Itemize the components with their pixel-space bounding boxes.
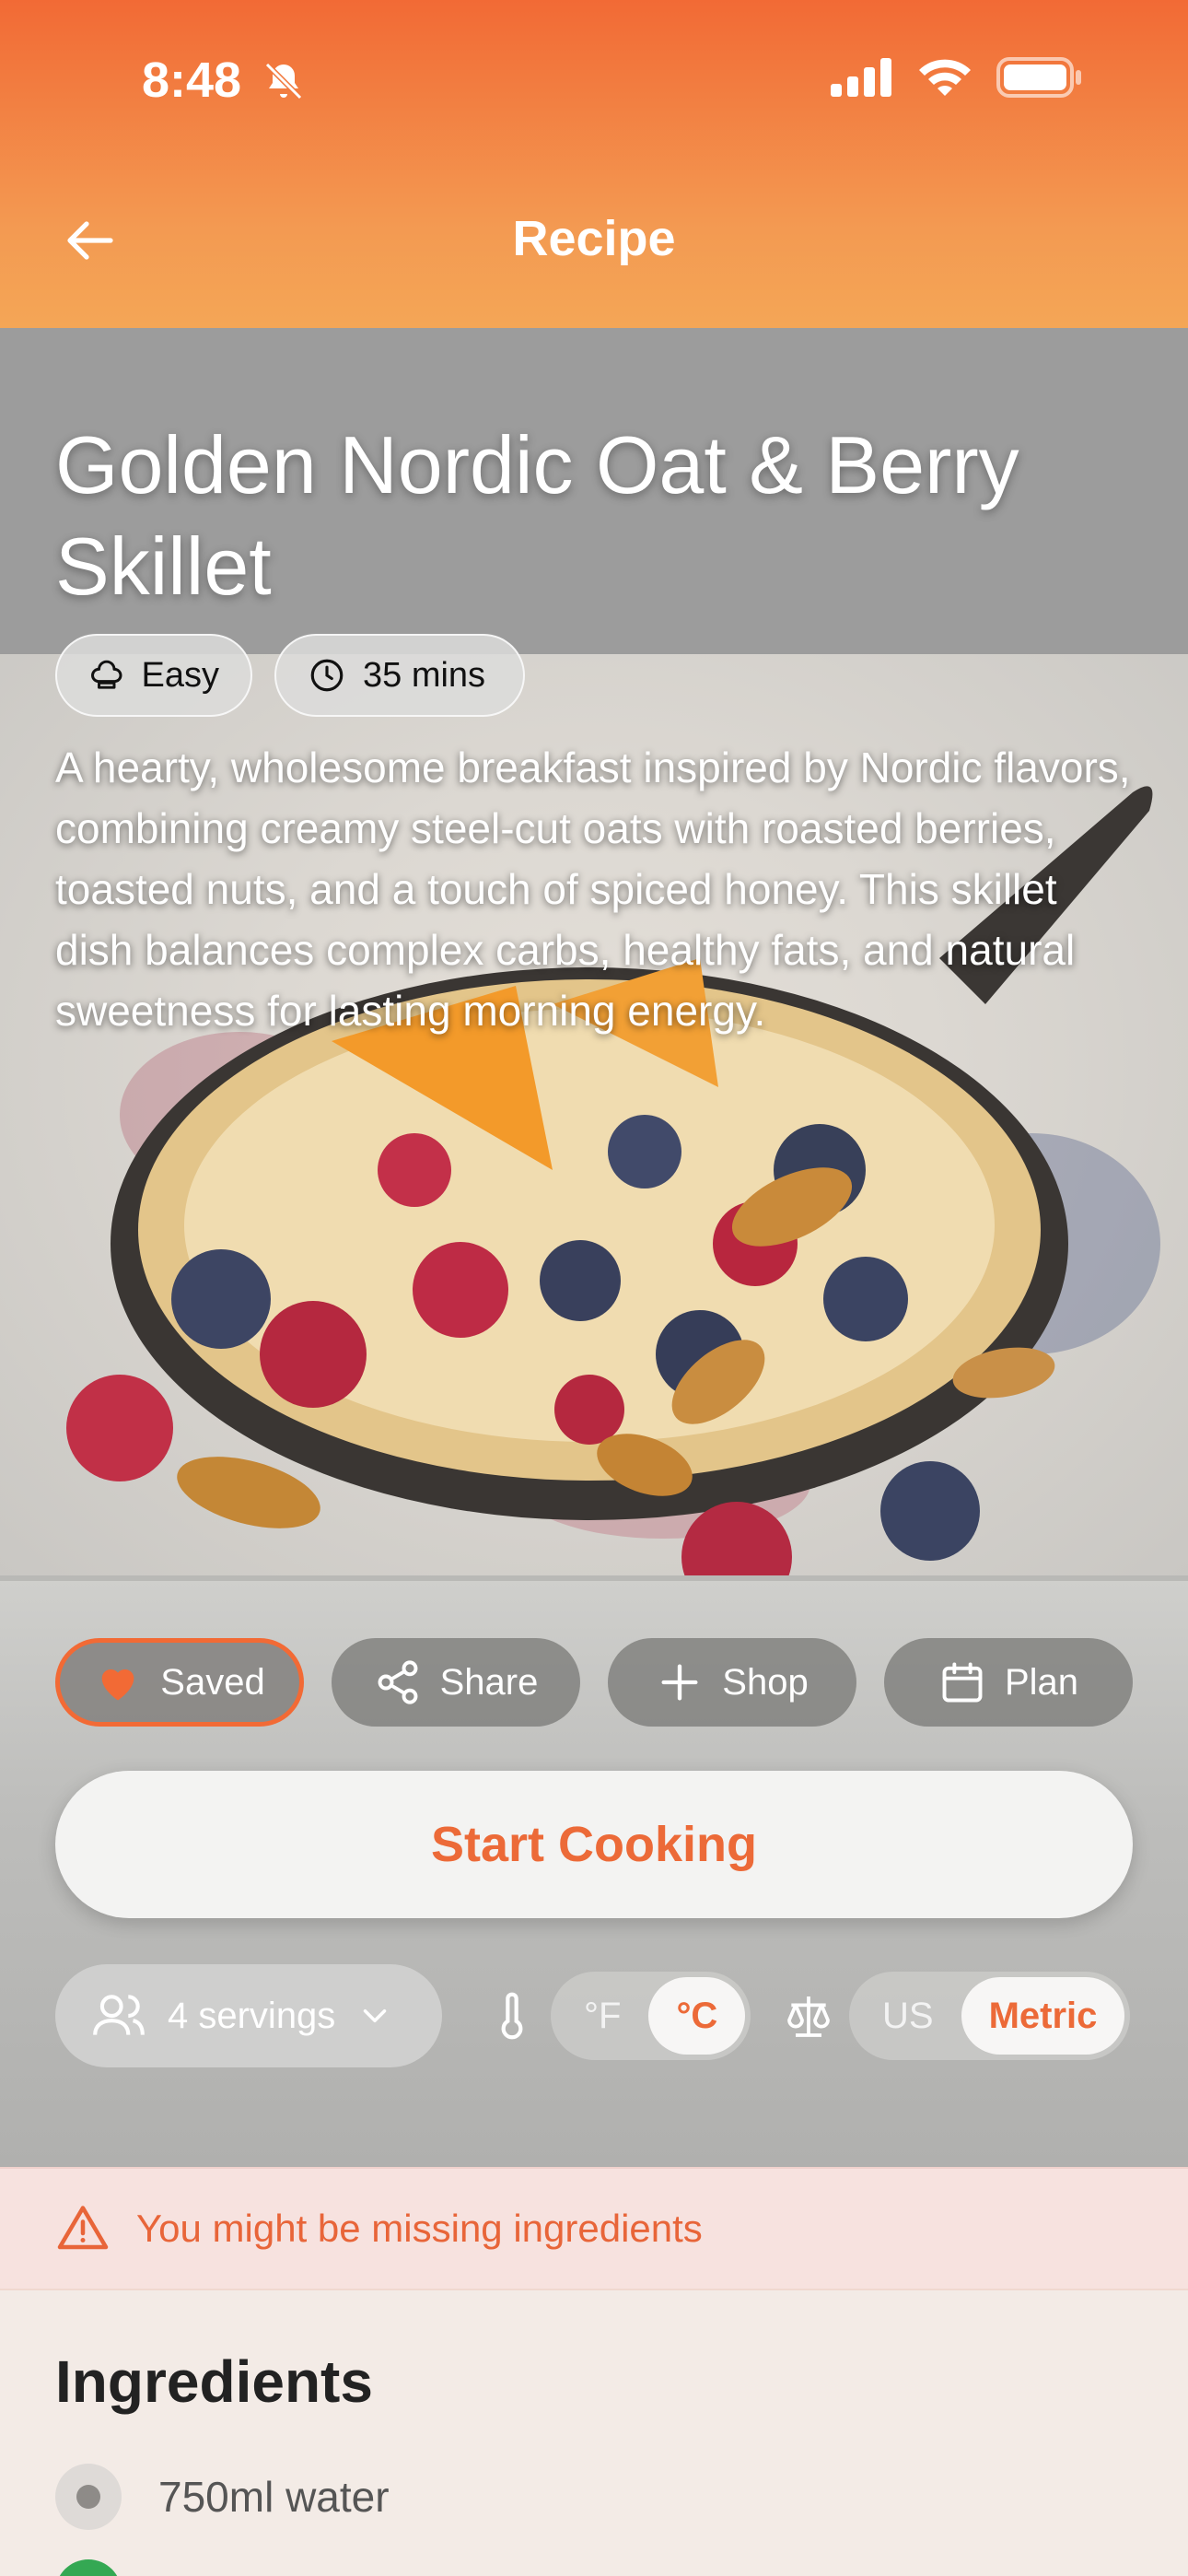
- ingredient-row[interactable]: 750ml water: [55, 2464, 390, 2530]
- fahrenheit-option[interactable]: °F: [556, 1977, 648, 2055]
- plan-label: Plan: [1004, 1661, 1079, 1703]
- cellular-signal-icon: [831, 58, 891, 97]
- status-icons: [831, 57, 1083, 98]
- shop-label: Shop: [722, 1661, 809, 1703]
- battery-icon: [996, 57, 1081, 98]
- heart-icon: [101, 1669, 134, 1701]
- start-cooking-button[interactable]: Start Cooking: [55, 1771, 1133, 1918]
- calendar-icon: [942, 1662, 983, 1703]
- chef-hat-icon: [91, 660, 122, 689]
- share-label: Share: [439, 1661, 539, 1703]
- ingredient-check-button[interactable]: [55, 2559, 122, 2576]
- warning-icon: [57, 2206, 109, 2250]
- chevron-down-icon: [364, 2009, 387, 2022]
- bell-off-icon: [264, 62, 303, 100]
- missing-ingredients-banner[interactable]: You might be missing ingredients: [0, 2167, 1188, 2290]
- duration-label: 35 mins: [363, 655, 486, 695]
- recipe-title: Golden Nordic Oat & Berry Skillet: [55, 419, 1019, 612]
- metric-units-option[interactable]: Metric: [961, 1977, 1125, 2055]
- share-button[interactable]: Share: [332, 1638, 580, 1727]
- wifi-icon: [919, 59, 971, 96]
- plus-icon: [661, 1664, 698, 1701]
- app-header: 8:48 Recipe: [0, 0, 1188, 328]
- people-icon: [93, 1995, 145, 2035]
- difficulty-label: Easy: [141, 655, 219, 695]
- recipe-description: A hearty, wholesome breakfast inspired b…: [55, 744, 1131, 1035]
- scale-icon: [787, 1996, 830, 2037]
- saved-label: Saved: [160, 1661, 265, 1703]
- plan-button[interactable]: Plan: [884, 1638, 1133, 1727]
- temperature-toggle: °F °C: [551, 1972, 751, 2060]
- servings-selector[interactable]: 4 servings: [55, 1964, 442, 2067]
- servings-label: 4 servings: [168, 1995, 336, 2036]
- shop-button[interactable]: Shop: [608, 1638, 856, 1727]
- us-units-option[interactable]: US: [855, 1977, 961, 2055]
- saved-button[interactable]: Saved: [55, 1638, 304, 1727]
- clock-icon: [310, 659, 344, 692]
- units-toggle: US Metric: [849, 1972, 1131, 2060]
- ingredients-heading: Ingredients: [55, 2348, 373, 2415]
- difficulty-chip: Easy: [55, 634, 252, 717]
- status-time: 8:48: [142, 53, 242, 108]
- celsius-option[interactable]: °C: [648, 1977, 746, 2055]
- ingredient-label: 750ml water: [158, 2473, 390, 2521]
- duration-chip: 35 mins: [274, 634, 525, 717]
- ingredient-check-button[interactable]: [55, 2464, 122, 2530]
- thermometer-icon: [501, 1992, 523, 2040]
- page-title: Recipe: [512, 211, 676, 266]
- banner-text: You might be missing ingredients: [136, 2207, 703, 2250]
- share-icon: [378, 1660, 418, 1704]
